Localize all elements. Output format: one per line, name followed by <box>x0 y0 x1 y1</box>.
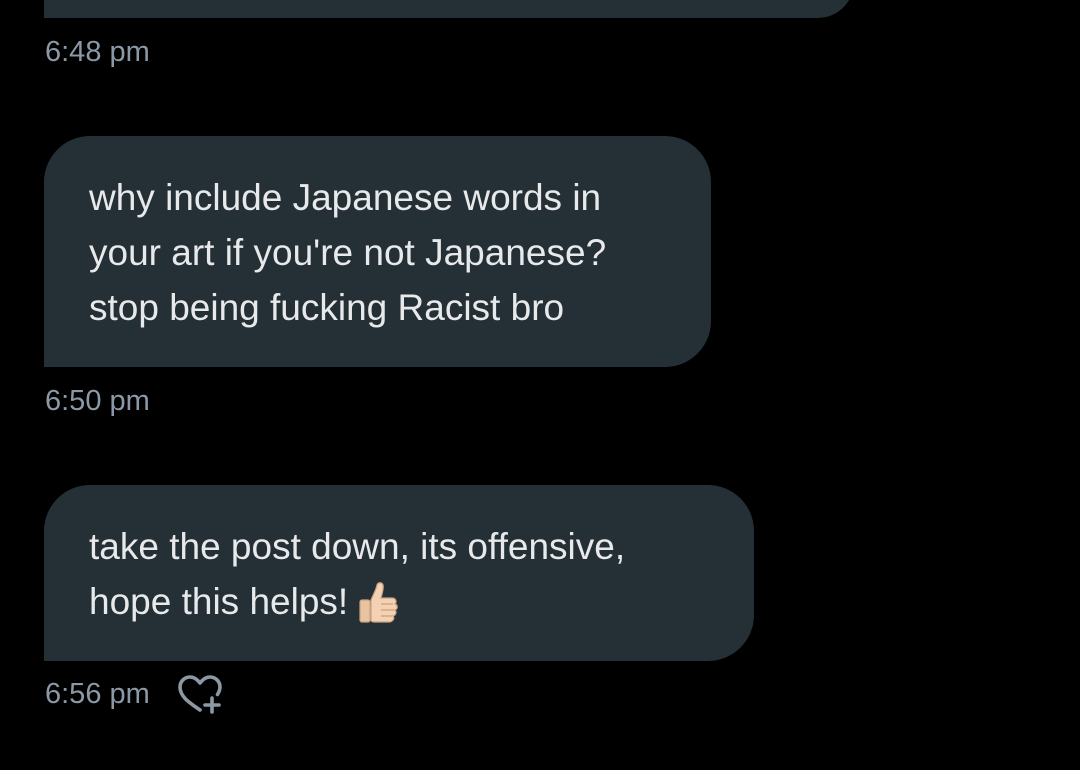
message-bubble[interactable]: take the post down, its offensive, hope … <box>44 485 754 661</box>
message-timestamp: 6:48 pm <box>45 36 150 68</box>
add-reaction-button[interactable] <box>176 674 224 716</box>
heart-plus-icon <box>176 674 224 716</box>
message-timestamp: 6:50 pm <box>45 385 150 417</box>
message-text: hope this helps! <box>89 581 349 622</box>
message-text-line-with-emoji: hope this helps! <box>89 574 710 629</box>
message-text-line: your art if you're not Japanese? <box>89 232 607 273</box>
message-text-line: take the post down, its offensive, <box>89 526 626 567</box>
thumbs-up-icon <box>354 580 400 626</box>
message-text-line: why include Japanese words in <box>89 177 602 218</box>
message-bubble-previous[interactable] <box>44 0 854 18</box>
message-timestamp: 6:56 pm <box>45 678 150 710</box>
message-text-line: stop being fucking Racist bro <box>89 287 565 328</box>
message-bubble[interactable]: why include Japanese words in your art i… <box>44 136 711 367</box>
